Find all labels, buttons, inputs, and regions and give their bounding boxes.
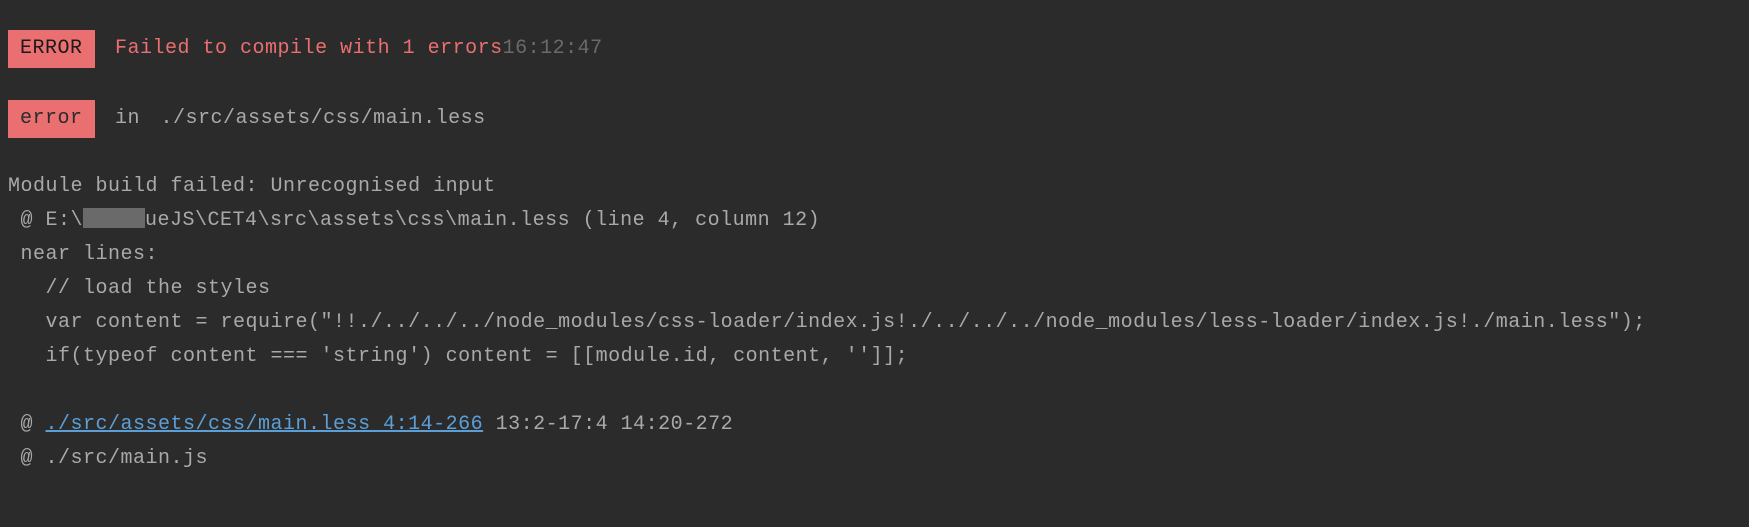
code-var-line: var content = require("!!./../../../node…	[8, 306, 1741, 340]
error-badge-uppercase: ERROR	[8, 30, 95, 68]
module-failed-line: Module build failed: Unrecognised input	[8, 170, 1741, 204]
error-summary-text: Failed to compile with 1 errors	[115, 37, 503, 60]
error-file-line: error in ./src/assets/css/main.less	[8, 100, 1741, 138]
at-path-rest: ueJS\CET4\src\assets\css\main.less (line…	[145, 209, 820, 232]
stack-line-1: @ ./src/assets/css/main.less 4:14-266 13…	[8, 408, 1741, 442]
error-badge-lowercase: error	[8, 100, 95, 138]
code-comment-line: // load the styles	[8, 272, 1741, 306]
near-lines-label: near lines:	[8, 238, 1741, 272]
code-if-line: if(typeof content === 'string') content …	[8, 340, 1741, 374]
source-map-link[interactable]: ./src/assets/css/main.less 4:14-266	[46, 413, 484, 436]
at-prefix: @ E:\	[8, 209, 83, 232]
error-header-line: ERROR Failed to compile with 1 errors16:…	[8, 30, 1741, 68]
at-symbol: @	[8, 413, 46, 436]
stack-line-1-rest: 13:2-17:4 14:20-272	[483, 413, 733, 436]
module-at-line: @ E:\ ueJS\CET4\src\assets\css\main.less …	[8, 204, 1741, 238]
error-in-prefix: in	[115, 107, 153, 130]
error-file-path: ./src/assets/css/main.less	[161, 107, 486, 130]
stack-footer: @ ./src/assets/css/main.less 4:14-266 13…	[8, 408, 1741, 476]
stack-line-2: @ ./src/main.js	[8, 442, 1741, 476]
timestamp: 16:12:47	[503, 37, 603, 60]
module-error-block: Module build failed: Unrecognised input …	[8, 170, 1741, 374]
redacted-path-segment	[83, 208, 145, 228]
